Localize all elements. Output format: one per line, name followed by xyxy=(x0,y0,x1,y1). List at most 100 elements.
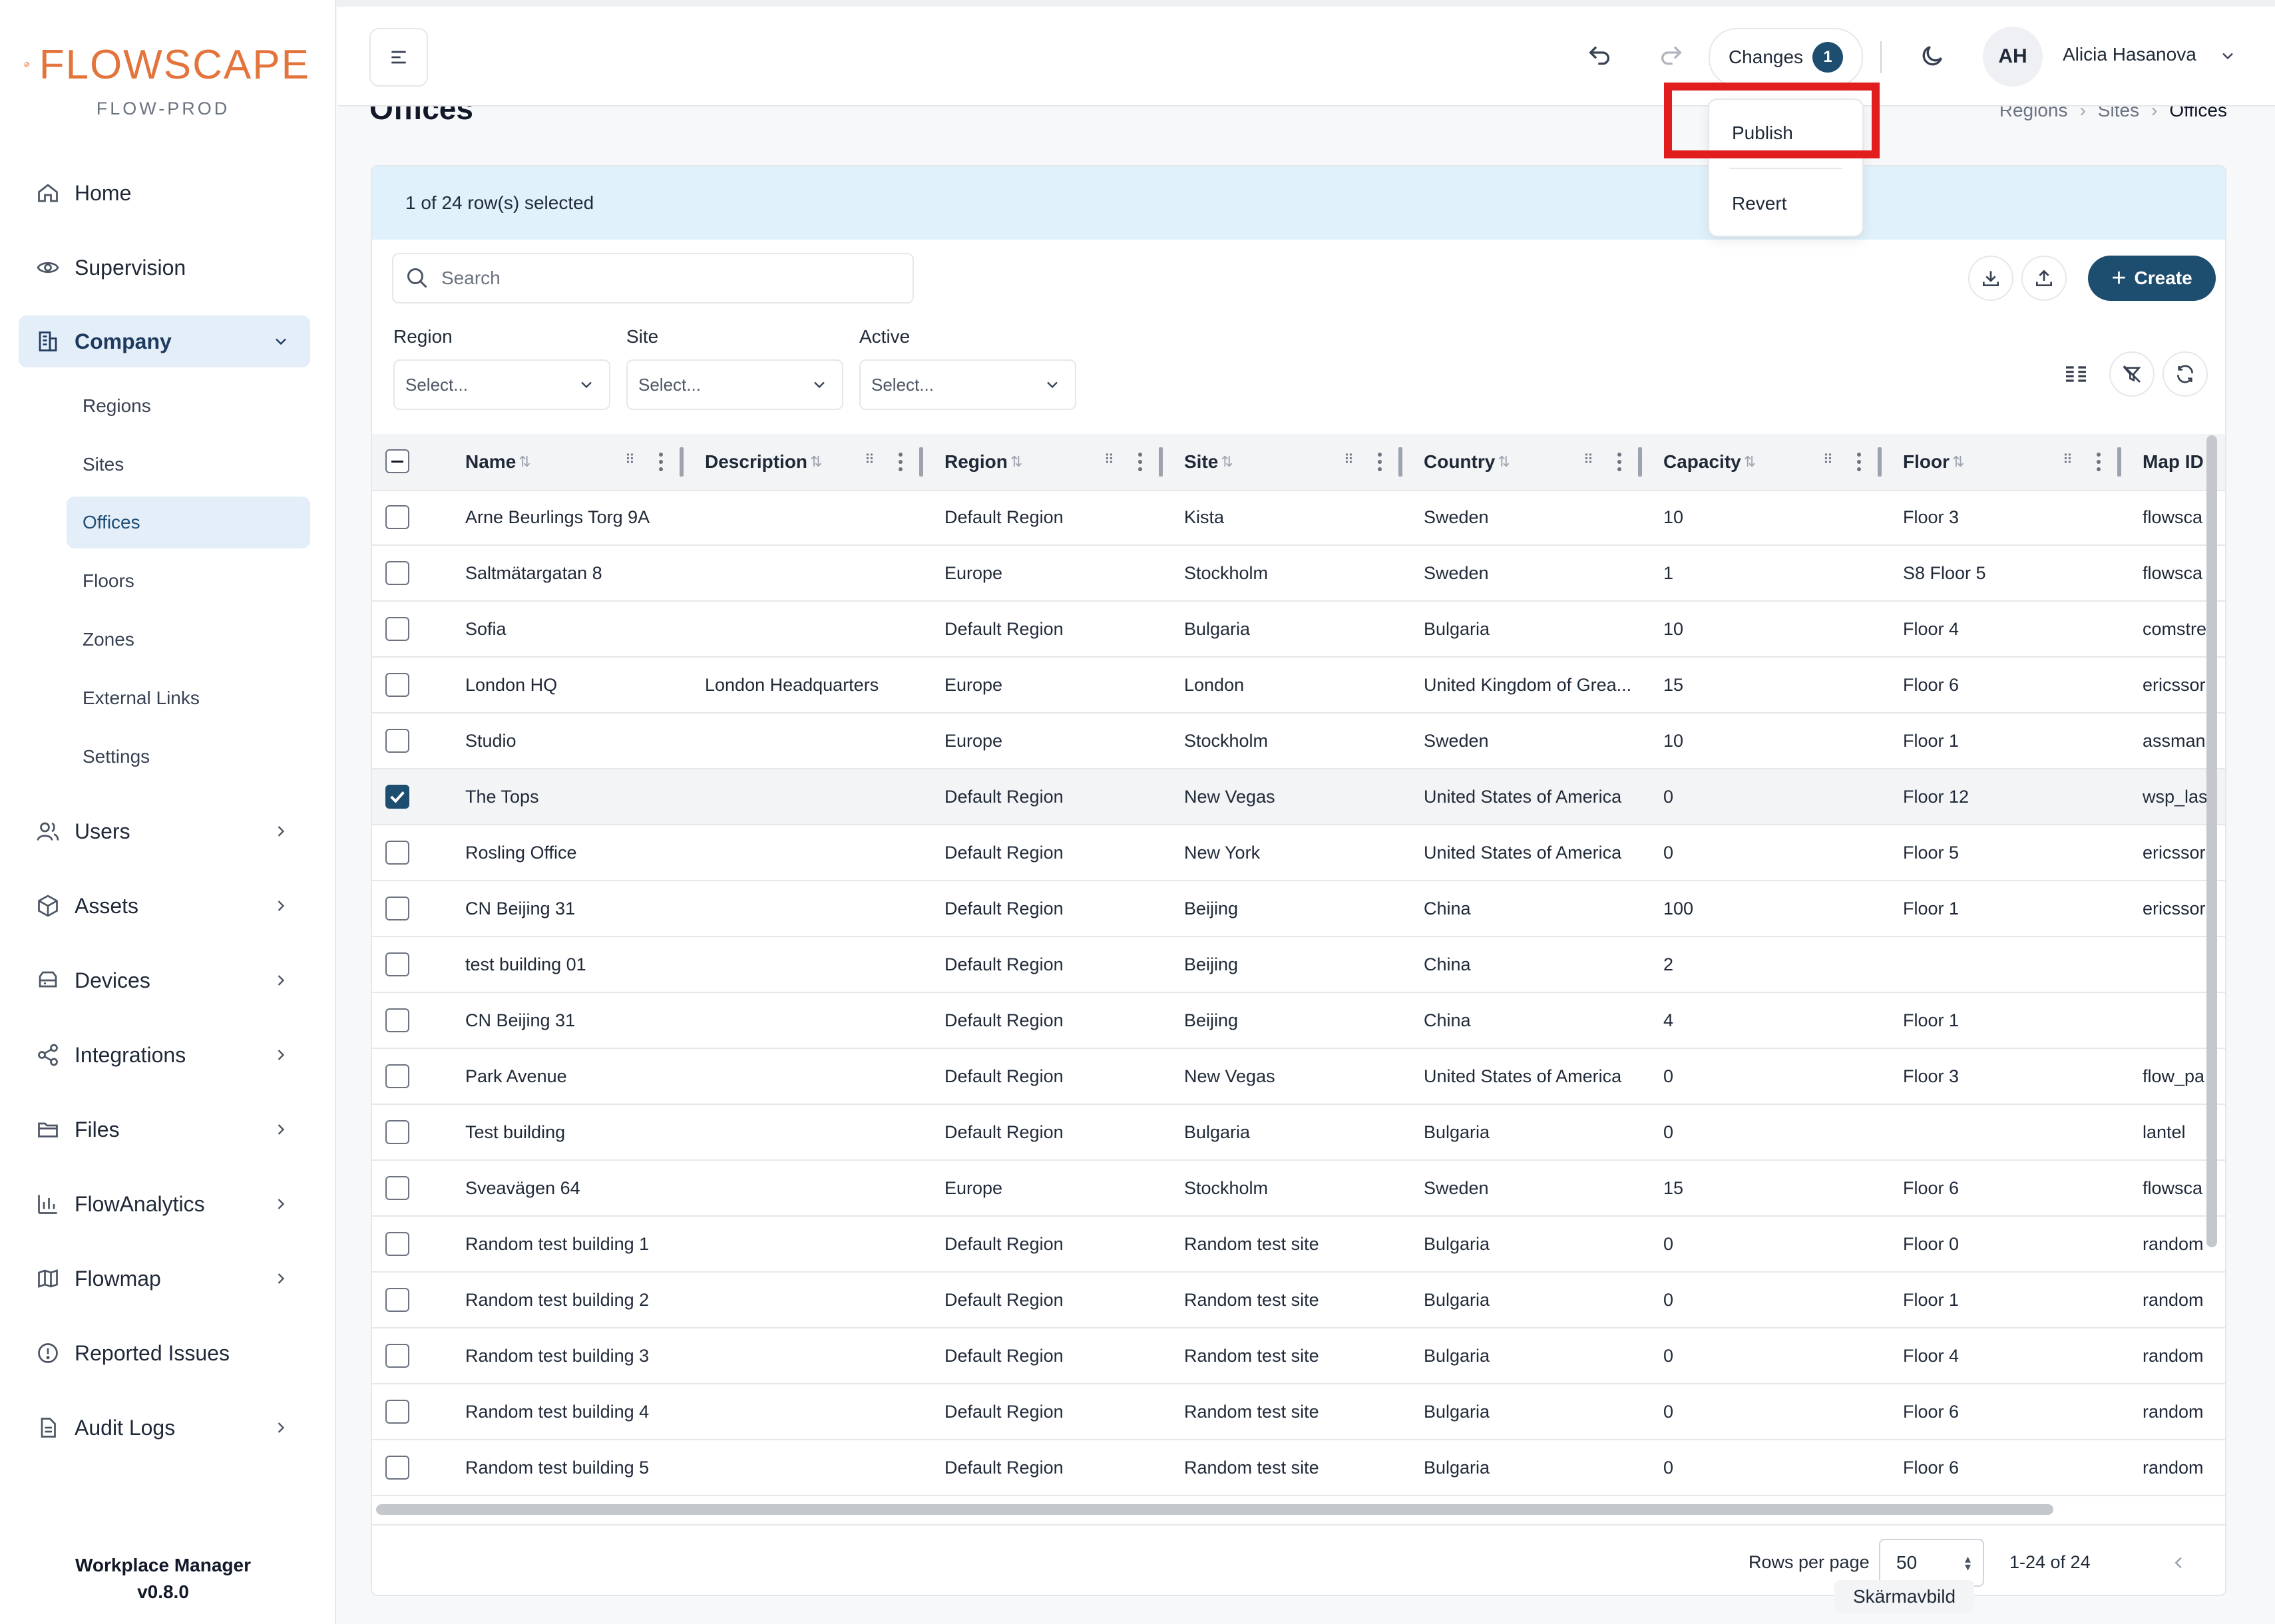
sidebar-item-company[interactable]: Company xyxy=(19,315,310,367)
column-header-name[interactable]: Name ⇅ ⠿ xyxy=(465,434,692,490)
sidebar-sub-zones[interactable]: Zones xyxy=(67,614,310,666)
create-button[interactable]: + Create xyxy=(2088,256,2216,301)
refresh-button[interactable] xyxy=(2163,351,2208,397)
row-checkbox[interactable] xyxy=(385,617,409,641)
upload-button[interactable] xyxy=(2021,256,2067,301)
table-row[interactable]: Studio Europe Stockholm Sweden 10 Floor 1 assm… xyxy=(372,713,2225,769)
column-header-site[interactable]: Site ⇅ ⠿ xyxy=(1184,434,1410,490)
table-row[interactable]: test building 01 Default Region Beijing Chi… xyxy=(372,937,2225,993)
sidebar-sub-external-links[interactable]: External Links xyxy=(67,672,310,724)
table-row[interactable]: Saltmätargatan 8 Europe Stockholm Sweden 1 S8… xyxy=(372,546,2225,602)
sidebar-toggle-button[interactable] xyxy=(369,28,428,87)
table-row[interactable]: Sveavägen 64 Europe Stockholm Sweden 15 Floor… xyxy=(372,1161,2225,1217)
column-menu-icon[interactable] xyxy=(895,449,906,475)
column-menu-icon[interactable] xyxy=(1854,449,1864,475)
column-header-description[interactable]: Description ⇅ ⠿ xyxy=(705,434,931,490)
sidebar-item-audit-logs[interactable]: Audit Logs xyxy=(19,1402,310,1454)
sidebar-item-assets[interactable]: Assets xyxy=(19,880,310,932)
redo-button[interactable] xyxy=(1651,36,1691,76)
region-filter-select[interactable]: Select... xyxy=(393,359,610,410)
column-header-floor[interactable]: Floor ⇅ ⠿ xyxy=(1903,434,2129,490)
sort-icon[interactable]: ⇅ xyxy=(1010,453,1022,471)
table-row[interactable]: Sofia Default Region Bulgaria Bulgaria 10 Flo… xyxy=(372,602,2225,658)
row-checkbox[interactable] xyxy=(385,673,409,697)
sort-icon[interactable]: ⇅ xyxy=(1744,453,1756,471)
undo-button[interactable] xyxy=(1579,36,1619,76)
column-resizer[interactable] xyxy=(1159,447,1163,477)
column-resizer[interactable] xyxy=(1638,447,1642,477)
site-filter-select[interactable]: Select... xyxy=(626,359,843,410)
sidebar-sub-offices[interactable]: Offices xyxy=(67,497,310,548)
search-input[interactable] xyxy=(440,267,895,290)
column-header-region[interactable]: Region ⇅ ⠿ xyxy=(944,434,1171,490)
table-row[interactable]: London HQ London Headquarters Europe London… xyxy=(372,658,2225,713)
sidebar-sub-regions[interactable]: Regions xyxy=(67,380,310,432)
drag-handle-icon[interactable]: ⠿ xyxy=(1823,451,1834,468)
sidebar-sub-sites[interactable]: Sites xyxy=(67,439,310,491)
sidebar-item-devices[interactable]: Devices xyxy=(19,954,310,1006)
drag-handle-icon[interactable]: ⠿ xyxy=(1104,451,1115,468)
select-all-checkbox[interactable] xyxy=(385,449,409,473)
column-menu-icon[interactable] xyxy=(1374,449,1385,475)
column-resizer[interactable] xyxy=(919,447,923,477)
sidebar-item-reported-issues[interactable]: Reported Issues xyxy=(19,1327,310,1379)
sidebar-item-supervision[interactable]: Supervision xyxy=(19,242,310,294)
row-checkbox[interactable] xyxy=(385,1008,409,1032)
avatar[interactable]: AH xyxy=(1983,27,2043,87)
horizontal-scrollbar[interactable] xyxy=(376,1504,2053,1515)
row-checkbox[interactable] xyxy=(385,1456,409,1480)
drag-handle-icon[interactable]: ⠿ xyxy=(1583,451,1594,468)
sidebar-item-flowanalytics[interactable]: FlowAnalytics xyxy=(19,1178,310,1230)
sort-icon[interactable]: ⇅ xyxy=(810,453,822,471)
drag-handle-icon[interactable]: ⠿ xyxy=(625,451,636,468)
brand-logo[interactable]: FLOWSCAPE xyxy=(24,41,310,88)
row-checkbox[interactable] xyxy=(385,1400,409,1424)
table-row[interactable]: Rosling Office Default Region New York Unit… xyxy=(372,825,2225,881)
row-checkbox[interactable] xyxy=(385,561,409,585)
theme-toggle-button[interactable] xyxy=(1912,36,1952,76)
clear-filters-button[interactable] xyxy=(2109,351,2155,397)
column-resizer[interactable] xyxy=(680,447,684,477)
sort-icon[interactable]: ⇅ xyxy=(1952,453,1964,471)
changes-button[interactable]: Changes 1 xyxy=(1709,28,1863,87)
download-button[interactable] xyxy=(1968,256,2013,301)
column-header-capacity[interactable]: Capacity ⇅ ⠿ xyxy=(1663,434,1890,490)
drag-handle-icon[interactable]: ⠿ xyxy=(1344,451,1354,468)
sidebar-item-users[interactable]: Users xyxy=(19,805,310,857)
row-checkbox[interactable] xyxy=(385,897,409,920)
active-filter-select[interactable]: Select... xyxy=(859,359,1076,410)
row-checkbox[interactable] xyxy=(385,1120,409,1144)
table-row[interactable]: Random test building 4 Default Region Rand… xyxy=(372,1384,2225,1440)
table-row[interactable]: The Tops Default Region New Vegas United St… xyxy=(372,769,2225,825)
row-checkbox[interactable] xyxy=(385,952,409,976)
row-checkbox[interactable] xyxy=(385,1344,409,1368)
drag-handle-icon[interactable]: ⠿ xyxy=(2063,451,2073,468)
table-row[interactable]: Random test building 1 Default Region Rand… xyxy=(372,1217,2225,1273)
user-name[interactable]: Alicia Hasanova xyxy=(2063,44,2196,65)
table-row[interactable]: Random test building 5 Default Region Rand… xyxy=(372,1440,2225,1496)
table-row[interactable]: Test building Default Region Bulgaria Bulga… xyxy=(372,1105,2225,1161)
column-resizer[interactable] xyxy=(1878,447,1882,477)
table-row[interactable]: Arne Beurlings Torg 9A Default Region Kist… xyxy=(372,490,2225,546)
search-box[interactable] xyxy=(392,253,914,304)
column-header-country[interactable]: Country ⇅ ⠿ xyxy=(1424,434,1650,490)
sidebar-sub-settings[interactable]: Settings xyxy=(67,731,310,783)
sidebar-item-home[interactable]: Home xyxy=(19,167,310,219)
next-page-button[interactable] xyxy=(2214,1548,2225,1577)
table-row[interactable]: Random test building 2 Default Region Rand… xyxy=(372,1273,2225,1328)
sidebar-item-flowmap[interactable]: Flowmap xyxy=(19,1253,310,1305)
drag-handle-icon[interactable]: ⠿ xyxy=(865,451,875,468)
row-checkbox[interactable] xyxy=(385,841,409,865)
row-checkbox[interactable] xyxy=(385,729,409,753)
row-checkbox[interactable] xyxy=(385,1064,409,1088)
sidebar-sub-floors[interactable]: Floors xyxy=(67,555,310,607)
revert-menu-item[interactable]: Revert xyxy=(1732,193,1786,214)
column-resizer[interactable] xyxy=(1398,447,1402,477)
row-checkbox[interactable] xyxy=(385,785,409,809)
column-settings-button[interactable] xyxy=(2056,354,2096,394)
sort-icon[interactable]: ⇅ xyxy=(1498,453,1510,471)
sidebar-item-files[interactable]: Files xyxy=(19,1104,310,1155)
column-menu-icon[interactable] xyxy=(2093,449,2104,475)
column-menu-icon[interactable] xyxy=(1135,449,1145,475)
sidebar-item-integrations[interactable]: Integrations xyxy=(19,1029,310,1081)
